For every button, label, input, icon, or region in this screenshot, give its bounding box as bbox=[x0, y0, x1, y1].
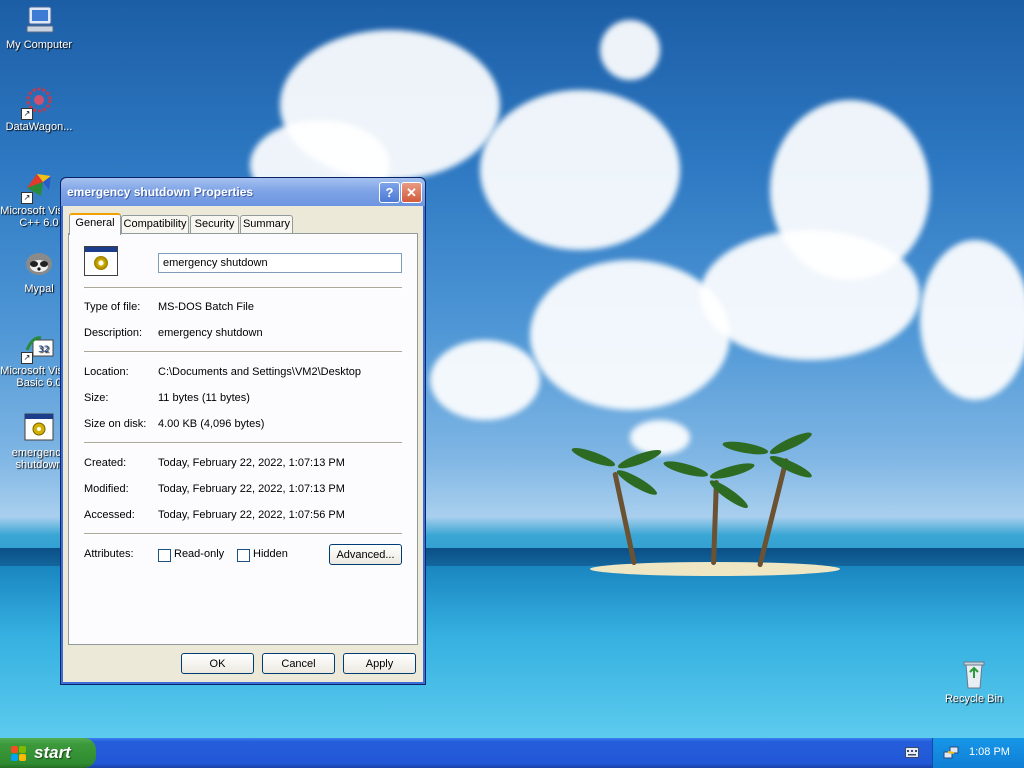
batch-file-icon bbox=[84, 246, 118, 276]
type-value: MS-DOS Batch File bbox=[158, 301, 254, 313]
advanced-button[interactable]: Advanced... bbox=[329, 544, 402, 565]
mypal-icon bbox=[23, 248, 55, 280]
desktop-icon-my-computer[interactable]: My Computer bbox=[0, 4, 78, 51]
readonly-label[interactable]: Read-only bbox=[174, 548, 224, 560]
visual-cpp-icon: ↗ bbox=[21, 170, 55, 204]
help-icon: ? bbox=[385, 185, 394, 200]
cloud bbox=[600, 20, 660, 80]
close-button[interactable]: ✕ bbox=[401, 182, 422, 203]
desktop-icon-recycle-bin[interactable]: Recycle Bin bbox=[935, 658, 1013, 705]
size-on-disk-label: Size on disk: bbox=[84, 418, 147, 430]
accessed-label: Accessed: bbox=[84, 509, 135, 521]
cloud bbox=[480, 90, 680, 250]
tab-general[interactable]: General bbox=[69, 213, 121, 235]
location-label: Location: bbox=[84, 366, 129, 378]
cancel-button[interactable]: Cancel bbox=[262, 653, 335, 674]
tab-summary[interactable]: Summary bbox=[240, 215, 293, 233]
hidden-checkbox[interactable] bbox=[237, 549, 250, 562]
keyboard-icon[interactable] bbox=[905, 747, 919, 758]
size-value: 11 bytes (11 bytes) bbox=[158, 392, 250, 404]
windows-logo-icon bbox=[11, 746, 27, 761]
gear-icon bbox=[94, 256, 108, 270]
shortcut-arrow-icon: ↗ bbox=[21, 108, 33, 120]
cloud bbox=[430, 340, 540, 420]
palm-leaf bbox=[708, 460, 756, 482]
palm-leaf bbox=[767, 452, 814, 481]
system-tray: 1:08 PM bbox=[932, 738, 1024, 768]
batch-file-icon bbox=[23, 412, 55, 444]
general-tab-panel: Type of file: MS-DOS Batch File Descript… bbox=[68, 233, 418, 645]
hidden-label[interactable]: Hidden bbox=[253, 548, 288, 560]
accessed-value: Today, February 22, 2022, 1:07:56 PM bbox=[158, 509, 345, 521]
separator bbox=[84, 442, 402, 444]
created-label: Created: bbox=[84, 457, 127, 469]
svg-text:32: 32 bbox=[38, 345, 49, 355]
network-icon[interactable] bbox=[943, 745, 959, 761]
shortcut-arrow-icon: ↗ bbox=[21, 352, 33, 364]
cloud bbox=[920, 240, 1024, 400]
cloud bbox=[530, 260, 730, 410]
size-label: Size: bbox=[84, 392, 109, 404]
attributes-label: Attributes: bbox=[84, 548, 134, 560]
location-value: C:\Documents and Settings\VM2\Desktop bbox=[158, 366, 361, 378]
tab-security[interactable]: Security bbox=[190, 215, 239, 233]
apply-button[interactable]: Apply bbox=[343, 653, 416, 674]
separator bbox=[84, 351, 402, 353]
datawagon-icon: ↗ bbox=[21, 86, 55, 120]
description-value: emergency shutdown bbox=[158, 327, 263, 339]
taskbar: start 1:08 PM bbox=[0, 738, 1024, 768]
shortcut-arrow-icon: ↗ bbox=[21, 192, 33, 204]
computer-icon bbox=[23, 4, 55, 36]
description-label: Description: bbox=[84, 327, 143, 339]
palm-leaf bbox=[721, 439, 769, 457]
file-name-input[interactable] bbox=[158, 253, 402, 273]
palm-leaf bbox=[662, 458, 710, 480]
modified-label: Modified: bbox=[84, 483, 129, 495]
palm-leaf bbox=[767, 429, 814, 458]
cloud bbox=[700, 230, 920, 360]
start-button[interactable]: start bbox=[0, 738, 96, 768]
palm-leaf bbox=[570, 444, 617, 470]
modified-value: Today, February 22, 2022, 1:07:13 PM bbox=[158, 483, 345, 495]
visual-basic-icon: 32 ↗ bbox=[21, 330, 55, 364]
start-label: start bbox=[34, 743, 71, 762]
tab-compatibility[interactable]: Compatibility bbox=[121, 215, 189, 233]
separator bbox=[84, 287, 402, 289]
readonly-checkbox[interactable] bbox=[158, 549, 171, 562]
recycle-bin-icon bbox=[958, 658, 990, 690]
separator bbox=[84, 533, 402, 535]
properties-dialog: emergency shutdown Properties ? ✕ Genera… bbox=[60, 177, 426, 685]
type-label: Type of file: bbox=[84, 301, 141, 313]
help-button[interactable]: ? bbox=[379, 182, 400, 203]
desktop-icon-datawagon[interactable]: ↗ DataWagon... bbox=[0, 86, 78, 133]
ok-button[interactable]: OK bbox=[181, 653, 254, 674]
created-value: Today, February 22, 2022, 1:07:13 PM bbox=[158, 457, 345, 469]
size-on-disk-value: 4.00 KB (4,096 bytes) bbox=[158, 418, 265, 430]
clock: 1:08 PM bbox=[969, 746, 1010, 758]
close-icon: ✕ bbox=[406, 185, 417, 200]
dialog-titlebar[interactable]: emergency shutdown Properties ? ✕ bbox=[61, 178, 425, 206]
dialog-title: emergency shutdown Properties bbox=[67, 185, 254, 199]
